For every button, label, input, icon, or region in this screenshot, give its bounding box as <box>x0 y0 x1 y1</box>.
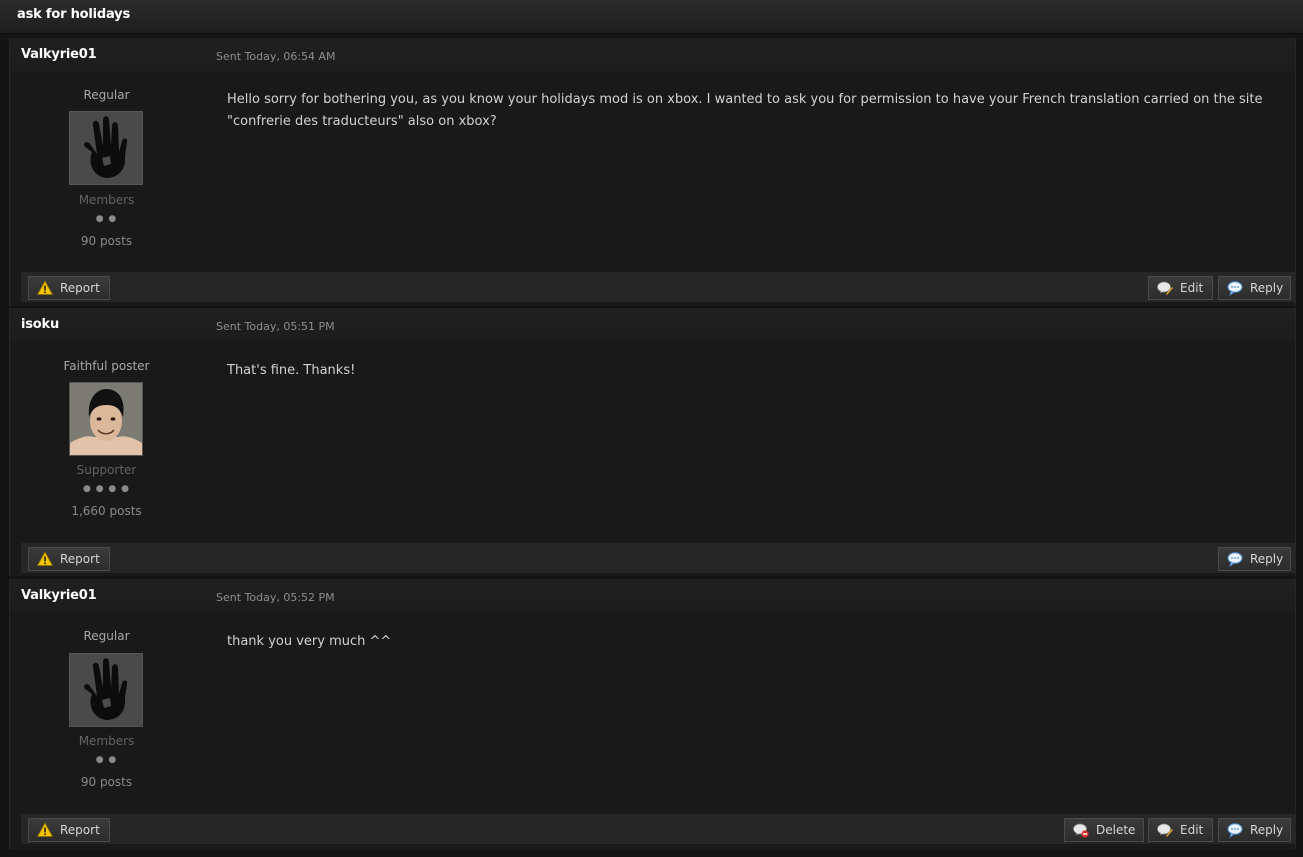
delete-label: Delete <box>1096 823 1136 837</box>
edit-button[interactable]: Edit <box>1148 276 1213 300</box>
user-rank: Faithful poster <box>63 359 150 373</box>
rank-pips: ● ● <box>95 755 118 765</box>
post-count: 90 posts <box>80 234 133 248</box>
topic-header: ask for holidays <box>0 0 1303 34</box>
rank-pips: ● ● <box>95 214 118 224</box>
reply-icon <box>1227 823 1243 838</box>
edit-icon <box>1157 281 1173 296</box>
author-name[interactable]: Valkyrie01 <box>21 47 97 62</box>
post-header: Valkyrie01 Sent Today, 05:52 PM <box>10 579 1295 613</box>
post-footer: Report Delete Edit Reply <box>21 814 1295 844</box>
user-group: Members <box>78 734 135 748</box>
face-portrait-icon <box>70 383 142 455</box>
post-count: 1,660 posts <box>71 504 142 518</box>
reply-icon <box>1227 281 1243 296</box>
black-handprint-icon <box>70 112 142 184</box>
edit-icon <box>1157 823 1173 838</box>
edit-label: Edit <box>1180 281 1204 295</box>
reply-label: Reply <box>1250 823 1284 837</box>
author-name[interactable]: Valkyrie01 <box>21 588 97 603</box>
edit-label: Edit <box>1180 823 1204 837</box>
edit-button[interactable]: Edit <box>1148 818 1213 842</box>
avatar[interactable] <box>69 111 143 185</box>
reply-label: Reply <box>1250 281 1284 295</box>
user-group: Members <box>78 193 135 207</box>
post: Valkyrie01 Sent Today, 05:52 PM Regular … <box>9 579 1296 849</box>
rank-pips: ● ● ● ● <box>83 484 130 494</box>
post-header: isoku Sent Today, 05:51 PM <box>10 308 1295 342</box>
warning-icon <box>37 551 53 566</box>
reply-label: Reply <box>1250 552 1284 566</box>
report-button[interactable]: Report <box>28 276 110 300</box>
post-footer: Report Edit Reply <box>21 272 1295 302</box>
delete-icon <box>1073 823 1089 838</box>
user-rank: Regular <box>83 88 130 102</box>
post: isoku Sent Today, 05:51 PM Faithful post… <box>9 308 1296 576</box>
avatar[interactable] <box>69 653 143 727</box>
black-handprint-icon <box>70 654 142 726</box>
topic-title: ask for holidays <box>17 7 130 22</box>
delete-button[interactable]: Delete <box>1064 818 1144 842</box>
post-footer: Report Reply <box>21 543 1295 573</box>
reply-button[interactable]: Reply <box>1218 818 1291 842</box>
reply-button[interactable]: Reply <box>1218 547 1291 571</box>
report-label: Report <box>60 823 100 837</box>
author-name[interactable]: isoku <box>21 317 59 332</box>
post-body: That's fine. Thanks! <box>227 363 356 378</box>
post-body: thank you very much ^^ <box>227 634 392 649</box>
report-label: Report <box>60 552 100 566</box>
post-body: Hello sorry for bothering you, as you kn… <box>227 92 1263 129</box>
post-count: 90 posts <box>80 775 133 789</box>
warning-icon <box>37 280 53 295</box>
reply-button[interactable]: Reply <box>1218 276 1291 300</box>
sent-timestamp: Sent Today, 05:51 PM <box>216 320 335 333</box>
avatar[interactable] <box>69 382 143 456</box>
warning-icon <box>37 822 53 837</box>
report-label: Report <box>60 281 100 295</box>
sent-timestamp: Sent Today, 05:52 PM <box>216 591 335 604</box>
post-header: Valkyrie01 Sent Today, 06:54 AM <box>10 38 1295 72</box>
post: Valkyrie01 Sent Today, 06:54 AM Regular … <box>9 38 1296 306</box>
sent-timestamp: Sent Today, 06:54 AM <box>216 50 336 63</box>
user-group: Supporter <box>76 463 137 477</box>
report-button[interactable]: Report <box>28 818 110 842</box>
report-button[interactable]: Report <box>28 547 110 571</box>
user-rank: Regular <box>83 629 130 643</box>
reply-icon <box>1227 552 1243 567</box>
